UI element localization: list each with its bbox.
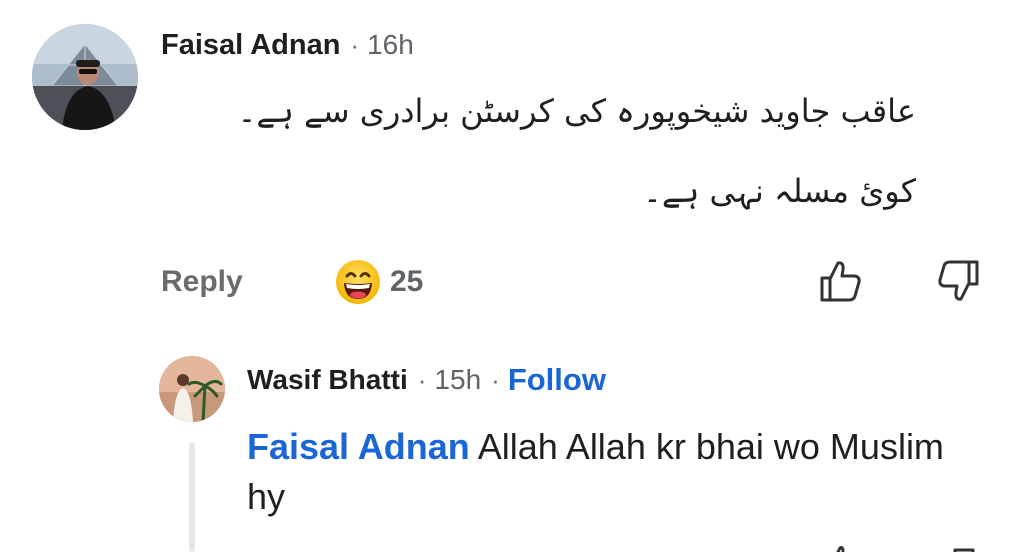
thumbs-down-icon[interactable] — [935, 258, 981, 304]
comments-screen: Faisal Adnan · 16h عاقب جاوید شیخوپورہ ک… — [0, 0, 1024, 552]
thread-line — [189, 442, 195, 552]
reply-button[interactable]: Reply — [161, 262, 243, 302]
comment-text-line-1: عاقب جاوید شیخوپورہ کی کرسٹن برادری سے ہ… — [237, 92, 916, 130]
comment-header: Faisal Adnan · 16h — [161, 28, 414, 62]
reaction-summary[interactable]: 25 — [334, 258, 423, 306]
thumbs-up-icon[interactable] — [818, 258, 864, 304]
comment-author[interactable]: Faisal Adnan — [161, 29, 340, 62]
thumbs-up-icon[interactable] — [830, 543, 852, 552]
grinning-face-emoji-icon — [336, 260, 380, 304]
follow-button[interactable]: Follow — [508, 362, 606, 398]
reply-header: Wasif Bhatti · 15h · Follow — [247, 362, 606, 398]
avatar[interactable] — [32, 24, 138, 130]
separator: · — [491, 364, 500, 395]
reply-avatar[interactable] — [159, 356, 225, 422]
avatar-photo — [159, 356, 225, 422]
comment-text-line-2: کوئ مسلہ نہی ہے۔ — [643, 172, 916, 210]
separator: · — [417, 364, 427, 395]
thumbs-down-icon[interactable] — [953, 543, 975, 552]
comment-time: 16h — [367, 29, 414, 60]
separator: · — [350, 29, 360, 60]
reply-text: Faisal Adnan Allah Allah kr bhai wo Musl… — [247, 422, 947, 522]
reply-time: 15h — [434, 364, 482, 395]
reaction-count: 25 — [390, 265, 424, 298]
avatar-photo — [32, 24, 138, 130]
reply-author[interactable]: Wasif Bhatti — [247, 364, 408, 396]
mention-link[interactable]: Faisal Adnan — [247, 426, 470, 467]
